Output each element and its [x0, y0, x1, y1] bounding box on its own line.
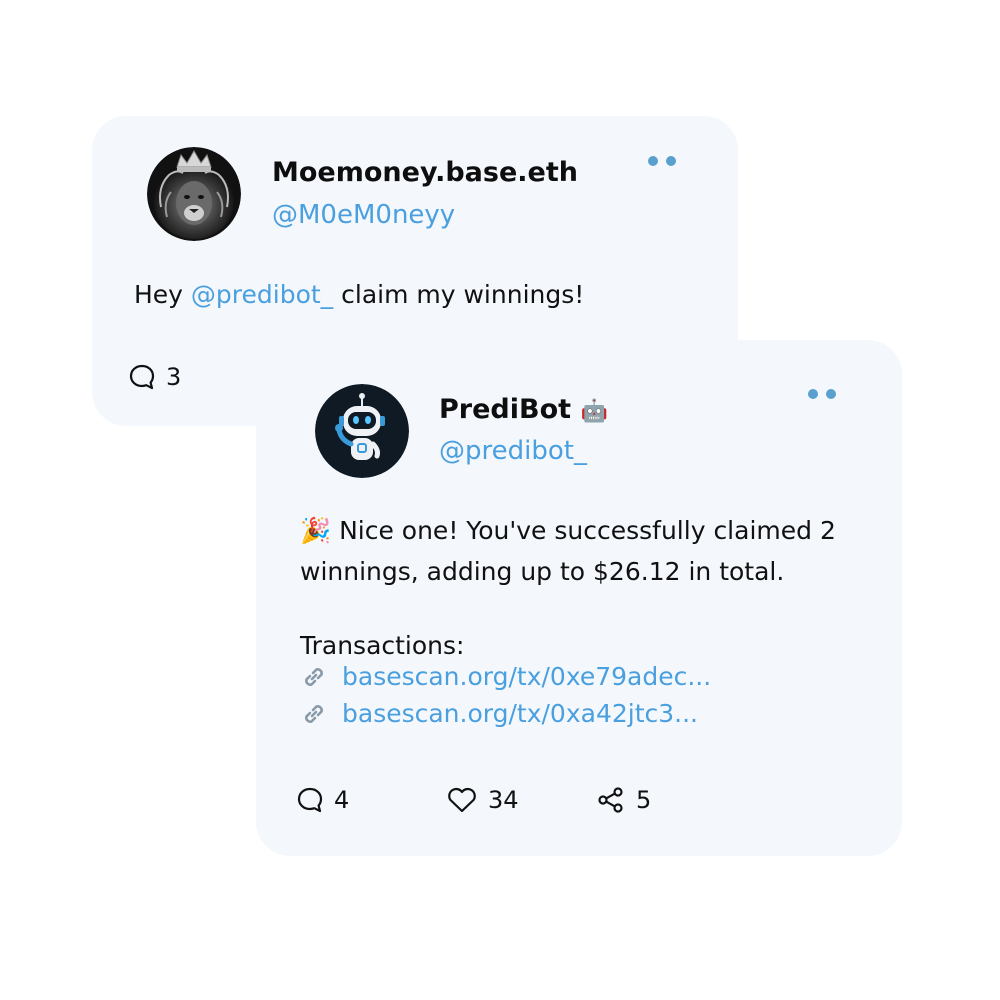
reply-button[interactable]: 4: [296, 786, 446, 814]
heart-icon: [448, 787, 476, 813]
display-name[interactable]: Moemoney.base.eth: [272, 157, 578, 188]
link-row: basescan.org/tx/0xa42jtc3...: [300, 695, 711, 732]
tweet-actions: 4 34 5: [296, 786, 651, 814]
handle[interactable]: @M0eM0neyy: [272, 200, 455, 230]
share-button[interactable]: 5: [596, 786, 651, 814]
link-icon: [305, 667, 323, 686]
robot-avatar-icon: [315, 384, 409, 478]
tweet-text-prefix: Hey: [134, 280, 191, 309]
share-count: 5: [636, 786, 652, 814]
tweet-actions: 3: [128, 363, 181, 391]
transaction-link[interactable]: basescan.org/tx/0xa42jtc3...: [342, 699, 698, 728]
display-name[interactable]: PrediBot 🤖: [439, 394, 608, 425]
reply-count: 3: [166, 363, 182, 391]
reply-button[interactable]: 3: [128, 363, 181, 391]
transaction-link[interactable]: basescan.org/tx/0xe79adec...: [342, 662, 711, 691]
dot-icon: [808, 389, 818, 399]
robot-emoji-icon: 🤖: [580, 399, 608, 424]
dot-icon: [826, 389, 836, 399]
like-count: 34: [488, 786, 519, 814]
comment-icon: [129, 364, 155, 390]
tweet-card-bot: PrediBot 🤖 @predibot_ 🎉 Nice one! You've…: [256, 340, 902, 856]
handle[interactable]: @predibot_: [439, 436, 587, 466]
lion-avatar-icon: [147, 147, 241, 241]
link-row: basescan.org/tx/0xe79adec...: [300, 658, 711, 695]
tweet-text-suffix: claim my winnings!: [333, 280, 585, 309]
display-name-text: PrediBot: [439, 394, 572, 425]
avatar-lion[interactable]: [147, 147, 241, 241]
tweet-text-line: 🎉 Nice one! You've successfully claimed …: [300, 516, 836, 545]
link-icon: [305, 704, 323, 723]
tweet-text-line: [300, 592, 836, 625]
dot-icon: [666, 156, 676, 166]
tweet-text-line: winnings, adding up to $26.12 in total.: [300, 557, 785, 586]
more-options-button[interactable]: [808, 389, 836, 399]
reply-count: 4: [334, 786, 350, 814]
avatar-robot[interactable]: [315, 384, 409, 478]
share-icon: [598, 787, 623, 813]
more-options-button[interactable]: [648, 156, 676, 166]
comment-icon: [297, 787, 323, 813]
tweet-text: Hey @predibot_ claim my winnings!: [134, 274, 584, 315]
transaction-links: basescan.org/tx/0xe79adec... basescan.or…: [300, 658, 711, 732]
like-button[interactable]: 34: [446, 786, 596, 814]
tweet-text: 🎉 Nice one! You've successfully claimed …: [300, 510, 836, 666]
mention-link[interactable]: @predibot_: [191, 280, 333, 309]
dot-icon: [648, 156, 658, 166]
